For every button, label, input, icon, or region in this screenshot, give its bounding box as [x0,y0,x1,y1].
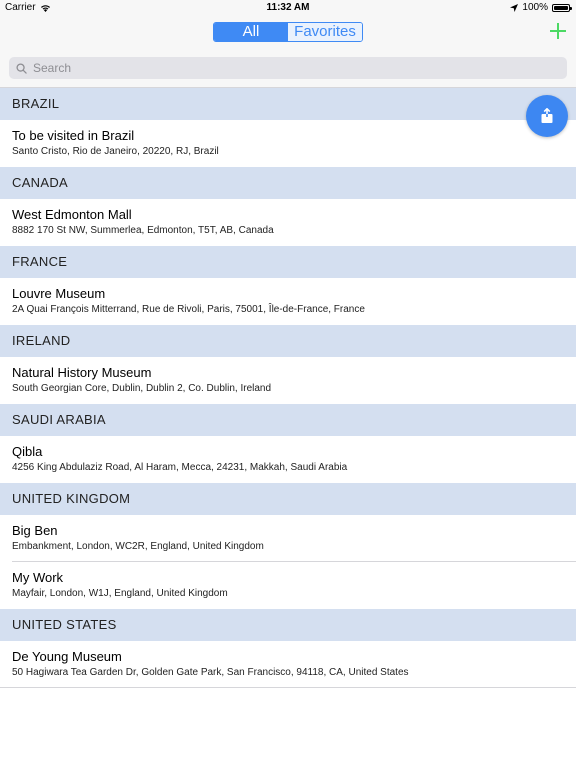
section-header-saudi-arabia: SAUDI ARABIA [0,404,576,436]
item-address: 8882 170 St NW, Summerlea, Edmonton, T5T… [12,225,274,236]
battery-icon [552,3,572,12]
item-title: Natural History Museum [12,365,152,380]
search-bar [0,50,576,88]
share-icon [541,108,553,123]
section-header-canada: CANADA [0,167,576,199]
item-title: West Edmonton Mall [12,207,132,222]
section-header-united-kingdom: UNITED KINGDOM [0,483,576,515]
search-icon [16,62,27,74]
filter-segmented-control: All Favorites [213,22,363,42]
list-item[interactable]: Big Ben Embankment, London, WC2R, Englan… [0,515,576,562]
status-time: 11:32 AM [266,2,310,13]
list-item[interactable]: Natural History Museum South Georgian Co… [0,357,576,404]
list-item[interactable]: Qibla 4256 King Abdulaziz Road, Al Haram… [0,436,576,483]
add-button[interactable] [548,21,568,41]
item-address: Embankment, London, WC2R, England, Unite… [12,541,264,552]
item-title: Qibla [12,444,43,459]
section-header-brazil: BRAZIL [0,88,576,120]
item-address: 50 Hagiwara Tea Garden Dr, Golden Gate P… [12,667,409,678]
item-title: Big Ben [12,523,58,538]
list-item[interactable]: My Work Mayfair, London, W1J, England, U… [0,562,576,609]
share-fab-button[interactable] [526,95,568,137]
list-item[interactable]: West Edmonton Mall 8882 170 St NW, Summe… [0,199,576,246]
battery-fill [554,5,568,10]
item-title: To be visited in Brazil [12,128,135,143]
segment-all[interactable]: All [214,23,288,41]
section-header-france: FRANCE [0,246,576,278]
item-address: Santo Cristo, Rio de Janeiro, 20220, RJ,… [12,146,219,157]
status-right: 100% [510,2,572,13]
section-header-ireland: IRELAND [0,325,576,357]
location-arrow-icon [510,3,519,12]
item-title: De Young Museum [12,649,122,664]
item-title: Louvre Museum [12,286,106,301]
search-field[interactable] [9,57,567,79]
item-address: 4256 King Abdulaziz Road, Al Haram, Mecc… [12,462,348,473]
item-title: My Work [12,570,64,585]
list-item[interactable]: De Young Museum 50 Hagiwara Tea Garden D… [0,641,576,688]
list-item[interactable]: Louvre Museum 2A Quai François Mitterran… [0,278,576,325]
status-bar: Carrier 11:32 AM 100% [0,0,576,16]
nav-bar: All Favorites [0,16,576,50]
list-item[interactable]: To be visited in Brazil Santo Cristo, Ri… [0,120,576,167]
battery-percent: 100% [522,2,548,13]
search-input[interactable] [33,61,533,75]
segment-favorites[interactable]: Favorites [288,23,362,41]
item-address: 2A Quai François Mitterrand, Rue de Rivo… [12,304,365,315]
places-list: BRAZIL To be visited in Brazil Santo Cri… [0,88,576,688]
section-header-united-states: UNITED STATES [0,609,576,641]
item-address: South Georgian Core, Dublin, Dublin 2, C… [12,383,272,394]
item-address: Mayfair, London, W1J, England, United Ki… [12,588,228,599]
